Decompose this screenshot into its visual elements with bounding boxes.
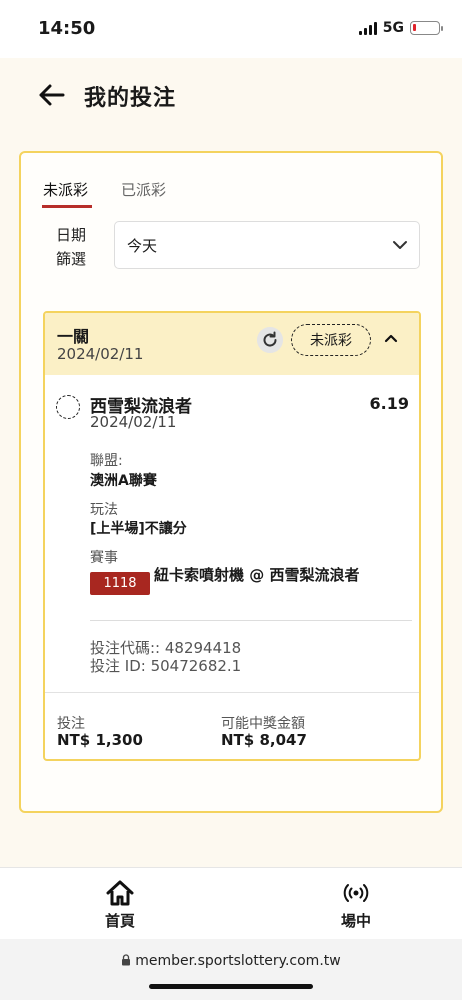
status-bar: 14:50 5G [0, 0, 462, 58]
bet-type: 一關 [57, 327, 90, 346]
divider [90, 620, 412, 621]
selection-status-icon [56, 395, 80, 419]
play-label: 玩法 [90, 502, 118, 518]
active-tab-indicator [42, 205, 92, 208]
bet-id: 投注 ID: 50472682.1 [90, 657, 242, 675]
url-display[interactable]: member.sportslottery.com.tw [0, 953, 462, 969]
stake-label: 投注 [57, 716, 85, 732]
match-name: 紐卡索噴射機 @ 西雪梨流浪者 [154, 566, 360, 584]
league-value: 澳洲A聯賽 [90, 473, 157, 489]
browser-url-bar[interactable]: member.sportslottery.com.tw [0, 939, 462, 1000]
date-filter-value: 今天 [127, 237, 158, 255]
bet-header[interactable]: 一關 2024/02/11 未派彩 [45, 313, 419, 375]
bet-item: 一關 2024/02/11 未派彩 西雪梨流浪者 6.19 2024/02/11… [43, 311, 421, 761]
play-value: [上半場]不讓分 [90, 521, 187, 537]
network-type: 5G [382, 20, 404, 36]
bottom-nav: 首頁 場中 [0, 867, 462, 939]
league-label: 聯盟: [90, 453, 123, 469]
home-icon [106, 880, 134, 906]
chevron-up-icon[interactable] [383, 330, 399, 346]
match-id-badge: 1118 [90, 572, 150, 595]
date-filter-label: 日期 篩選 [51, 223, 91, 271]
status-time: 14:50 [38, 18, 96, 39]
nav-home[interactable]: 首頁 [80, 878, 160, 931]
selection-odds: 6.19 [369, 394, 409, 413]
battery-icon [410, 21, 443, 35]
status-indicators: 5G [358, 20, 443, 36]
bets-card: 未派彩 已派彩 日期 篩選 今天 一關 2024/02/11 未派彩 西雪梨流浪… [19, 151, 443, 813]
url-text: member.sportslottery.com.tw [135, 953, 341, 969]
stake-value: NT$ 1,300 [57, 731, 143, 749]
potential-win-value: NT$ 8,047 [221, 731, 307, 749]
filter-label-line2: 篩選 [55, 250, 86, 268]
lock-icon [122, 954, 131, 966]
match-label: 賽事 [90, 550, 118, 566]
nav-live[interactable]: 場中 [316, 878, 396, 931]
refresh-icon[interactable] [257, 327, 283, 353]
home-indicator[interactable] [149, 984, 313, 989]
broadcast-icon [343, 884, 369, 902]
tab-settled[interactable]: 已派彩 [121, 179, 166, 200]
selection-date: 2024/02/11 [90, 413, 177, 431]
filter-label-line1: 日期 [55, 226, 86, 244]
nav-home-label: 首頁 [104, 912, 135, 930]
tab-unsettled[interactable]: 未派彩 [43, 179, 88, 200]
page-title: 我的投注 [84, 86, 177, 111]
potential-win-label: 可能中獎金額 [221, 716, 305, 732]
page-header: 我的投注 [0, 58, 462, 138]
chevron-down-icon [393, 241, 407, 249]
back-arrow-icon[interactable] [36, 80, 66, 110]
footer-divider [45, 692, 419, 693]
status-badge: 未派彩 [291, 324, 371, 356]
signal-icon [358, 21, 377, 35]
date-filter-select[interactable]: 今天 [114, 221, 420, 269]
nav-live-label: 場中 [340, 912, 371, 930]
bet-date: 2024/02/11 [57, 345, 144, 363]
